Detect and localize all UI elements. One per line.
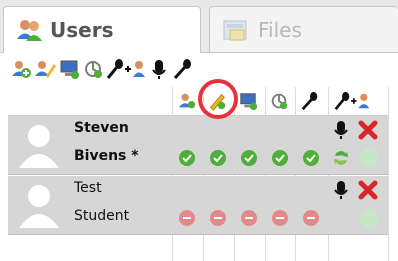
delete-user-button[interactable] <box>357 179 379 201</box>
edit-user-icon <box>35 61 56 78</box>
add-microphone-user-icon <box>106 59 145 79</box>
check-icon <box>303 150 319 166</box>
permission-denied[interactable] <box>269 207 291 229</box>
microphone-off-icon <box>152 60 166 79</box>
microphone-toggle[interactable] <box>330 179 352 201</box>
minus-icon <box>241 210 257 226</box>
refresh-toggle[interactable] <box>330 147 352 169</box>
circle-icon <box>360 209 378 227</box>
microphone-icon <box>301 91 318 111</box>
status-circle[interactable] <box>358 207 380 229</box>
highlight-annotation-circle <box>198 79 238 119</box>
header-add-microphone-column[interactable] <box>332 90 372 112</box>
microphone-toggle[interactable] <box>330 119 352 141</box>
permission-check[interactable] <box>238 147 260 169</box>
permission-check[interactable] <box>300 147 322 169</box>
minus-icon <box>303 210 319 226</box>
computer-icon <box>240 93 258 111</box>
microphone-icon <box>334 121 348 139</box>
user-last-name: Bivens * <box>74 148 139 164</box>
tab-bar: Users Files <box>0 0 398 53</box>
permission-check[interactable] <box>176 147 198 169</box>
check-icon <box>241 150 257 166</box>
permission-denied[interactable] <box>238 207 260 229</box>
add-user-button[interactable] <box>10 58 32 80</box>
computer-icon <box>60 60 79 79</box>
permission-denied[interactable] <box>300 207 322 229</box>
add-microphone-button[interactable] <box>106 58 146 80</box>
delete-icon <box>358 120 378 140</box>
microphone-on-icon <box>173 59 191 80</box>
microphone-on-button[interactable] <box>172 58 194 80</box>
circle-icon <box>360 149 378 167</box>
user-row-test-student[interactable]: Test Student <box>8 176 388 235</box>
tab-files-label: Files <box>258 17 302 42</box>
minus-icon <box>179 210 195 226</box>
permission-denied[interactable] <box>207 207 229 229</box>
refresh-icon <box>334 151 348 165</box>
tab-users-label: Users <box>50 18 114 42</box>
permission-check[interactable] <box>207 147 229 169</box>
computer-button[interactable] <box>58 58 80 80</box>
check-icon <box>179 150 195 166</box>
files-icon <box>223 20 247 40</box>
check-icon <box>210 150 226 166</box>
avatar <box>19 125 59 168</box>
minus-icon <box>272 210 288 226</box>
header-settings-column[interactable] <box>268 90 290 112</box>
avatar <box>19 185 59 228</box>
delete-icon <box>358 180 378 200</box>
delete-user-button[interactable] <box>357 119 379 141</box>
user-first-name: Steven <box>74 120 129 136</box>
header-microphone-column[interactable] <box>299 90 321 112</box>
user-last-name: Student <box>74 208 130 224</box>
header-user-column[interactable] <box>176 90 198 112</box>
user-first-name: Test <box>74 180 102 196</box>
header-computer-column[interactable] <box>237 90 259 112</box>
permission-check[interactable] <box>269 147 291 169</box>
column-divider <box>388 87 389 261</box>
tab-users[interactable]: Users <box>3 6 201 53</box>
minus-icon <box>210 210 226 226</box>
add-microphone-user-icon <box>334 91 370 111</box>
tab-files[interactable]: Files <box>209 6 398 52</box>
users-icon <box>17 20 42 41</box>
settings-icon <box>85 61 102 78</box>
check-icon <box>272 150 288 166</box>
microphone-icon <box>334 181 348 199</box>
toolbar <box>0 53 398 85</box>
edit-user-button[interactable] <box>34 58 56 80</box>
microphone-off-button[interactable] <box>148 58 170 80</box>
add-user-icon <box>12 61 31 78</box>
user-row-steven-bivens[interactable]: Steven Bivens * <box>8 116 388 175</box>
settings-button[interactable] <box>82 58 104 80</box>
settings-icon <box>271 93 288 110</box>
status-circle[interactable] <box>358 147 380 169</box>
user-icon <box>178 93 196 109</box>
permission-denied[interactable] <box>176 207 198 229</box>
